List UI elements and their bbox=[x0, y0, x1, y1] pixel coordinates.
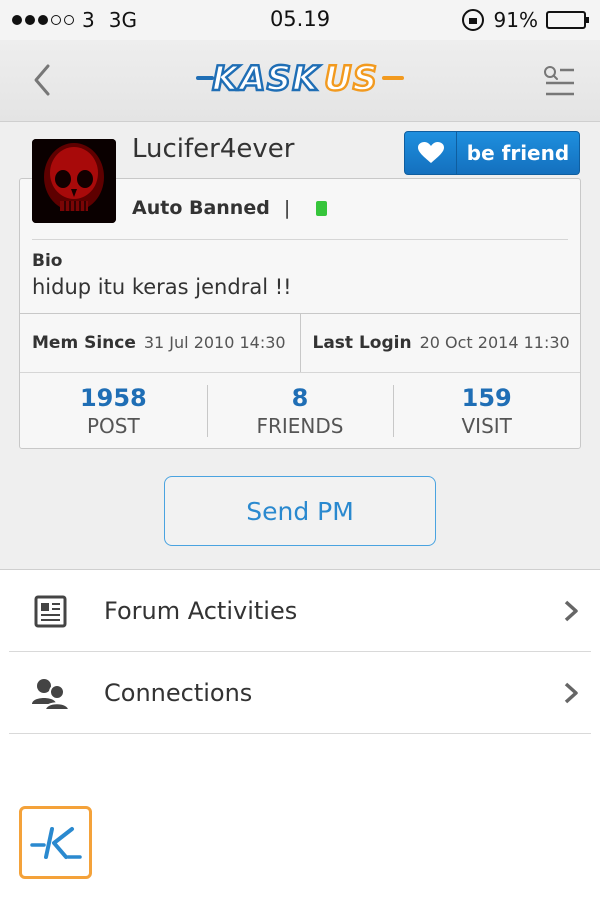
skull-avatar-image bbox=[32, 139, 116, 223]
back-button[interactable] bbox=[24, 60, 64, 100]
stat-friends[interactable]: 8 FRIENDS bbox=[206, 373, 394, 449]
nav-bar: KASK US bbox=[0, 40, 600, 122]
online-indicator bbox=[316, 200, 328, 216]
profile-stats: 1958 POST 8 FRIENDS 159 VISIT bbox=[20, 373, 580, 449]
username: Lucifer4ever bbox=[132, 134, 295, 164]
stat-visits[interactable]: 159 VISIT bbox=[393, 373, 580, 449]
stat-label: POST bbox=[86, 414, 140, 438]
avatar[interactable] bbox=[32, 139, 116, 223]
search-menu-button[interactable] bbox=[540, 64, 576, 98]
kaskus-logo-graphic: KASK US bbox=[196, 58, 404, 98]
status-right: 91% bbox=[461, 8, 589, 32]
battery-icon bbox=[546, 11, 589, 29]
stat-value: 159 bbox=[461, 384, 512, 412]
profile-section: Lucifer4ever be friend Auto Banned | Bio… bbox=[0, 122, 600, 570]
menu-item-label: Connections bbox=[104, 679, 253, 707]
status-text: Auto Banned bbox=[132, 197, 270, 219]
stat-value: 1958 bbox=[79, 384, 147, 412]
menu-item-connections[interactable]: Connections bbox=[0, 652, 600, 734]
newspaper-icon bbox=[32, 594, 70, 630]
status-bar: 3 3G 05.19 91% bbox=[0, 0, 600, 40]
svg-text:US: US bbox=[324, 59, 378, 98]
stat-value: 8 bbox=[291, 384, 309, 412]
bio-label: Bio bbox=[32, 251, 63, 271]
bio-text: hidup itu keras jendral !! bbox=[32, 275, 292, 299]
battery-percentage: 91% bbox=[493, 8, 538, 32]
kaskus-home-button[interactable] bbox=[19, 806, 92, 879]
chevron-right-icon bbox=[562, 600, 580, 622]
stat-label: FRIENDS bbox=[256, 414, 344, 438]
be-friend-button[interactable]: be friend bbox=[404, 131, 580, 175]
kaskus-k-icon bbox=[29, 826, 82, 859]
member-meta: Mem Since 31 Jul 2010 14:30 Last Login 2… bbox=[20, 313, 580, 372]
search-menu-icon bbox=[544, 66, 574, 96]
chevron-left-icon bbox=[34, 64, 50, 96]
stat-posts[interactable]: 1958 POST bbox=[20, 373, 207, 449]
be-friend-label: be friend bbox=[466, 141, 570, 165]
last-login-label: Last Login bbox=[312, 332, 412, 353]
divider bbox=[32, 239, 568, 240]
chevron-right-icon bbox=[562, 682, 580, 704]
send-pm-button[interactable]: Send PM bbox=[164, 476, 436, 546]
stat-label: VISIT bbox=[461, 414, 512, 438]
last-login: Last Login 20 Oct 2014 11:30 bbox=[299, 313, 581, 372]
status-separator: | bbox=[283, 197, 291, 219]
mem-since-value: 31 Jul 2010 14:30 bbox=[143, 333, 286, 352]
kaskus-logo[interactable]: KASK US bbox=[196, 58, 406, 98]
mem-since-label: Mem Since bbox=[32, 332, 136, 353]
account-status: Auto Banned | bbox=[132, 197, 328, 219]
divider bbox=[9, 733, 591, 734]
heart-icon bbox=[405, 132, 457, 174]
profile-menu: Forum Activities Connections bbox=[0, 570, 600, 734]
orientation-lock-icon bbox=[461, 9, 484, 31]
people-icon bbox=[32, 676, 71, 712]
menu-item-label: Forum Activities bbox=[104, 597, 298, 625]
member-since: Mem Since 31 Jul 2010 14:30 bbox=[20, 313, 300, 372]
svg-text:KASK: KASK bbox=[212, 59, 321, 98]
last-login-value: 20 Oct 2014 11:30 bbox=[419, 333, 570, 352]
menu-item-forum-activities[interactable]: Forum Activities bbox=[0, 570, 600, 652]
